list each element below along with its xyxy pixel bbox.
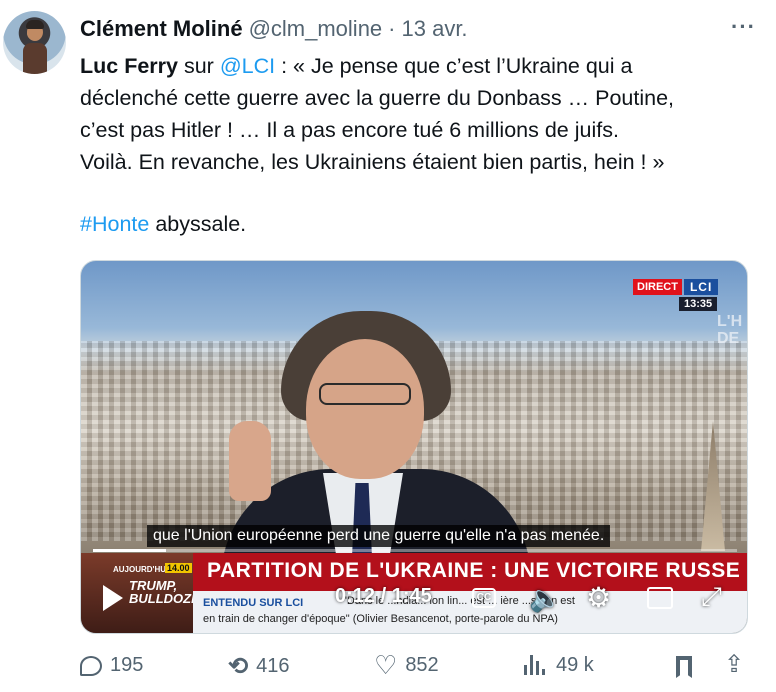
- reply-icon: [80, 655, 102, 676]
- speaker-hand: [229, 421, 271, 501]
- tweet-text-line-4: Voilà. En revanche, les Ukrainiens étaie…: [80, 150, 665, 174]
- cc-icon[interactable]: CC: [472, 588, 496, 608]
- side-logo: L'H DE: [717, 313, 743, 347]
- channel-logo: LCI: [683, 279, 719, 295]
- avatar-figure-hair: [26, 20, 44, 29]
- play-icon[interactable]: [103, 585, 123, 611]
- author-handle[interactable]: @clm_moline: [249, 16, 383, 42]
- hashtag-link[interactable]: #Honte: [80, 212, 149, 236]
- tweet-text: Luc Ferry sur @LCI : « Je pense que c’es…: [80, 50, 760, 178]
- tweet-date[interactable]: 13 avr.: [402, 16, 468, 42]
- fullscreen-icon[interactable]: ⤢: [701, 581, 722, 613]
- mention-link[interactable]: @LCI: [220, 54, 275, 78]
- like-icon: ♡: [374, 650, 398, 680]
- speaker-glasses: [319, 383, 411, 405]
- video-controls: 0:12 / 1:45 CC 🔈 ⚙ ⤢: [81, 579, 747, 619]
- volume-icon[interactable]: 🔈: [529, 583, 561, 614]
- broadcast-clock: 13:35: [679, 297, 718, 311]
- live-label: DIRECT: [633, 279, 682, 295]
- video-subtitle: que l'Union européenne perd une guerre q…: [147, 525, 611, 547]
- retweet-action[interactable]: ⟲ 416: [228, 652, 289, 681]
- retweet-icon: ⟲: [228, 653, 249, 680]
- settings-icon[interactable]: ⚙: [586, 581, 611, 614]
- tweet-text-line-3: c’est pas Hitler ! … Il a pas encore tué…: [80, 118, 619, 142]
- views-icon: [524, 654, 548, 677]
- text-quote-start: : « Je pense que c’est l’Ukraine qui a: [275, 54, 633, 78]
- share-action[interactable]: ⇪: [724, 650, 752, 679]
- like-action[interactable]: ♡ 852: [374, 650, 439, 681]
- more-icon[interactable]: ···: [731, 14, 756, 40]
- tweet-text-line-2: déclenché cette guerre avec la guerre du…: [80, 86, 675, 110]
- retweet-count: 416: [256, 655, 290, 677]
- speaker-face: [306, 339, 424, 479]
- quoted-person: Luc Ferry: [80, 54, 178, 78]
- progress-fill: [93, 549, 167, 552]
- thumb-time: 14.00: [165, 563, 192, 573]
- thumb-label: AUJOURD'HUI: [113, 565, 169, 574]
- bookmark-icon: [676, 656, 692, 678]
- avatar-figure-body: [23, 43, 47, 74]
- separator-dot: ·: [388, 16, 396, 41]
- hashtag-text: abyssale.: [149, 212, 247, 236]
- text-connector: sur: [177, 54, 220, 78]
- tweet-text-line-1: Luc Ferry sur @LCI : « Je pense que c’es…: [80, 50, 760, 82]
- video-player[interactable]: DIRECT LCI 13:35 L'H DE que l'Union europ…: [80, 260, 748, 634]
- tweet-actions: 195 ⟲ 416 ♡ 852 49 k ⇪: [80, 650, 752, 686]
- bookmark-action[interactable]: [676, 656, 700, 678]
- reply-action[interactable]: 195: [80, 654, 143, 677]
- views-action[interactable]: 49 k: [524, 654, 594, 677]
- like-count: 852: [405, 654, 439, 676]
- author-name[interactable]: Clément Moliné: [80, 16, 243, 42]
- views-count: 49 k: [556, 654, 594, 676]
- avatar[interactable]: [3, 11, 66, 74]
- tweet-hashtag-line: #Honte abyssale.: [80, 208, 246, 240]
- share-icon: ⇪: [724, 651, 745, 678]
- pip-icon[interactable]: [647, 587, 673, 609]
- video-timecode: 0:12 / 1:45: [335, 585, 432, 607]
- tweet-header: Clément Moliné @clm_moline · 13 avr. ···: [80, 14, 756, 42]
- progress-bar[interactable]: [93, 549, 737, 552]
- reply-count: 195: [110, 654, 144, 676]
- live-badge: DIRECT LCI: [633, 279, 719, 295]
